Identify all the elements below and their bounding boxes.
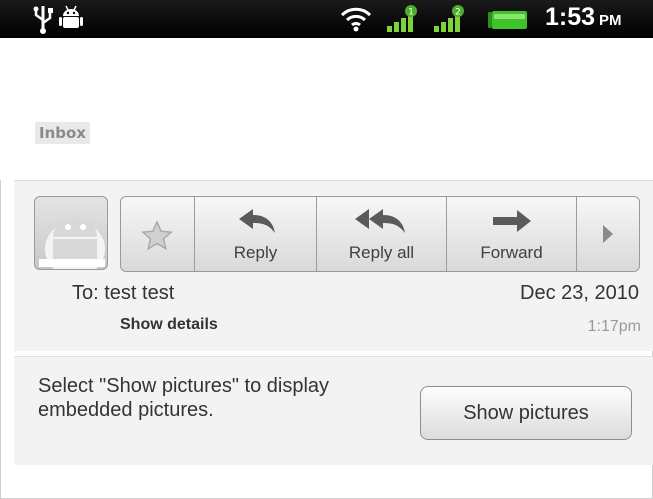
signal-2-icon: 2 bbox=[434, 5, 464, 32]
message-time: 1:17pm bbox=[587, 318, 641, 335]
svg-text:1: 1 bbox=[408, 8, 414, 18]
forward-icon bbox=[493, 210, 531, 232]
to-label: To: bbox=[72, 282, 99, 304]
message-action-bar: Reply Reply all Forward bbox=[120, 196, 640, 272]
show-pictures-button[interactable]: Show pictures bbox=[420, 386, 632, 440]
folder-label[interactable]: Inbox bbox=[35, 122, 90, 144]
clock-ampm: PM bbox=[599, 12, 622, 29]
svg-text:2: 2 bbox=[455, 8, 461, 18]
chevron-right-icon bbox=[603, 225, 613, 243]
status-clock: 1:53 PM bbox=[545, 3, 622, 32]
signal-1-icon: 1 bbox=[387, 5, 417, 32]
reply-icon bbox=[239, 209, 275, 233]
reply-all-icon bbox=[355, 209, 405, 233]
reply-label: Reply bbox=[233, 243, 278, 262]
more-actions-button[interactable] bbox=[577, 197, 639, 271]
header bbox=[0, 38, 653, 180]
forward-label: Forward bbox=[480, 243, 543, 262]
status-bar: 1 2 1:53 PM bbox=[0, 0, 653, 38]
recipient-row: To: test test bbox=[72, 282, 174, 305]
android-avatar-icon bbox=[39, 217, 105, 269]
reply-all-button[interactable]: Reply all bbox=[317, 197, 447, 271]
forward-button[interactable]: Forward bbox=[447, 197, 577, 271]
reply-button[interactable]: Reply bbox=[195, 197, 317, 271]
sender-avatar[interactable] bbox=[34, 196, 108, 270]
pictures-notice-text: Select "Show pictures" to display embedd… bbox=[38, 375, 330, 421]
wifi-icon bbox=[340, 7, 372, 32]
battery-icon bbox=[488, 11, 527, 29]
star-icon bbox=[141, 220, 173, 251]
recipient-name: test test bbox=[104, 282, 175, 304]
show-details-link[interactable]: Show details bbox=[120, 316, 218, 334]
reply-all-label: Reply all bbox=[348, 243, 415, 262]
message-date: Dec 23, 2010 bbox=[520, 282, 639, 304]
star-button[interactable] bbox=[121, 197, 195, 271]
usb-icon bbox=[33, 6, 53, 34]
clock-time: 1:53 bbox=[545, 3, 596, 31]
android-icon bbox=[59, 5, 83, 28]
